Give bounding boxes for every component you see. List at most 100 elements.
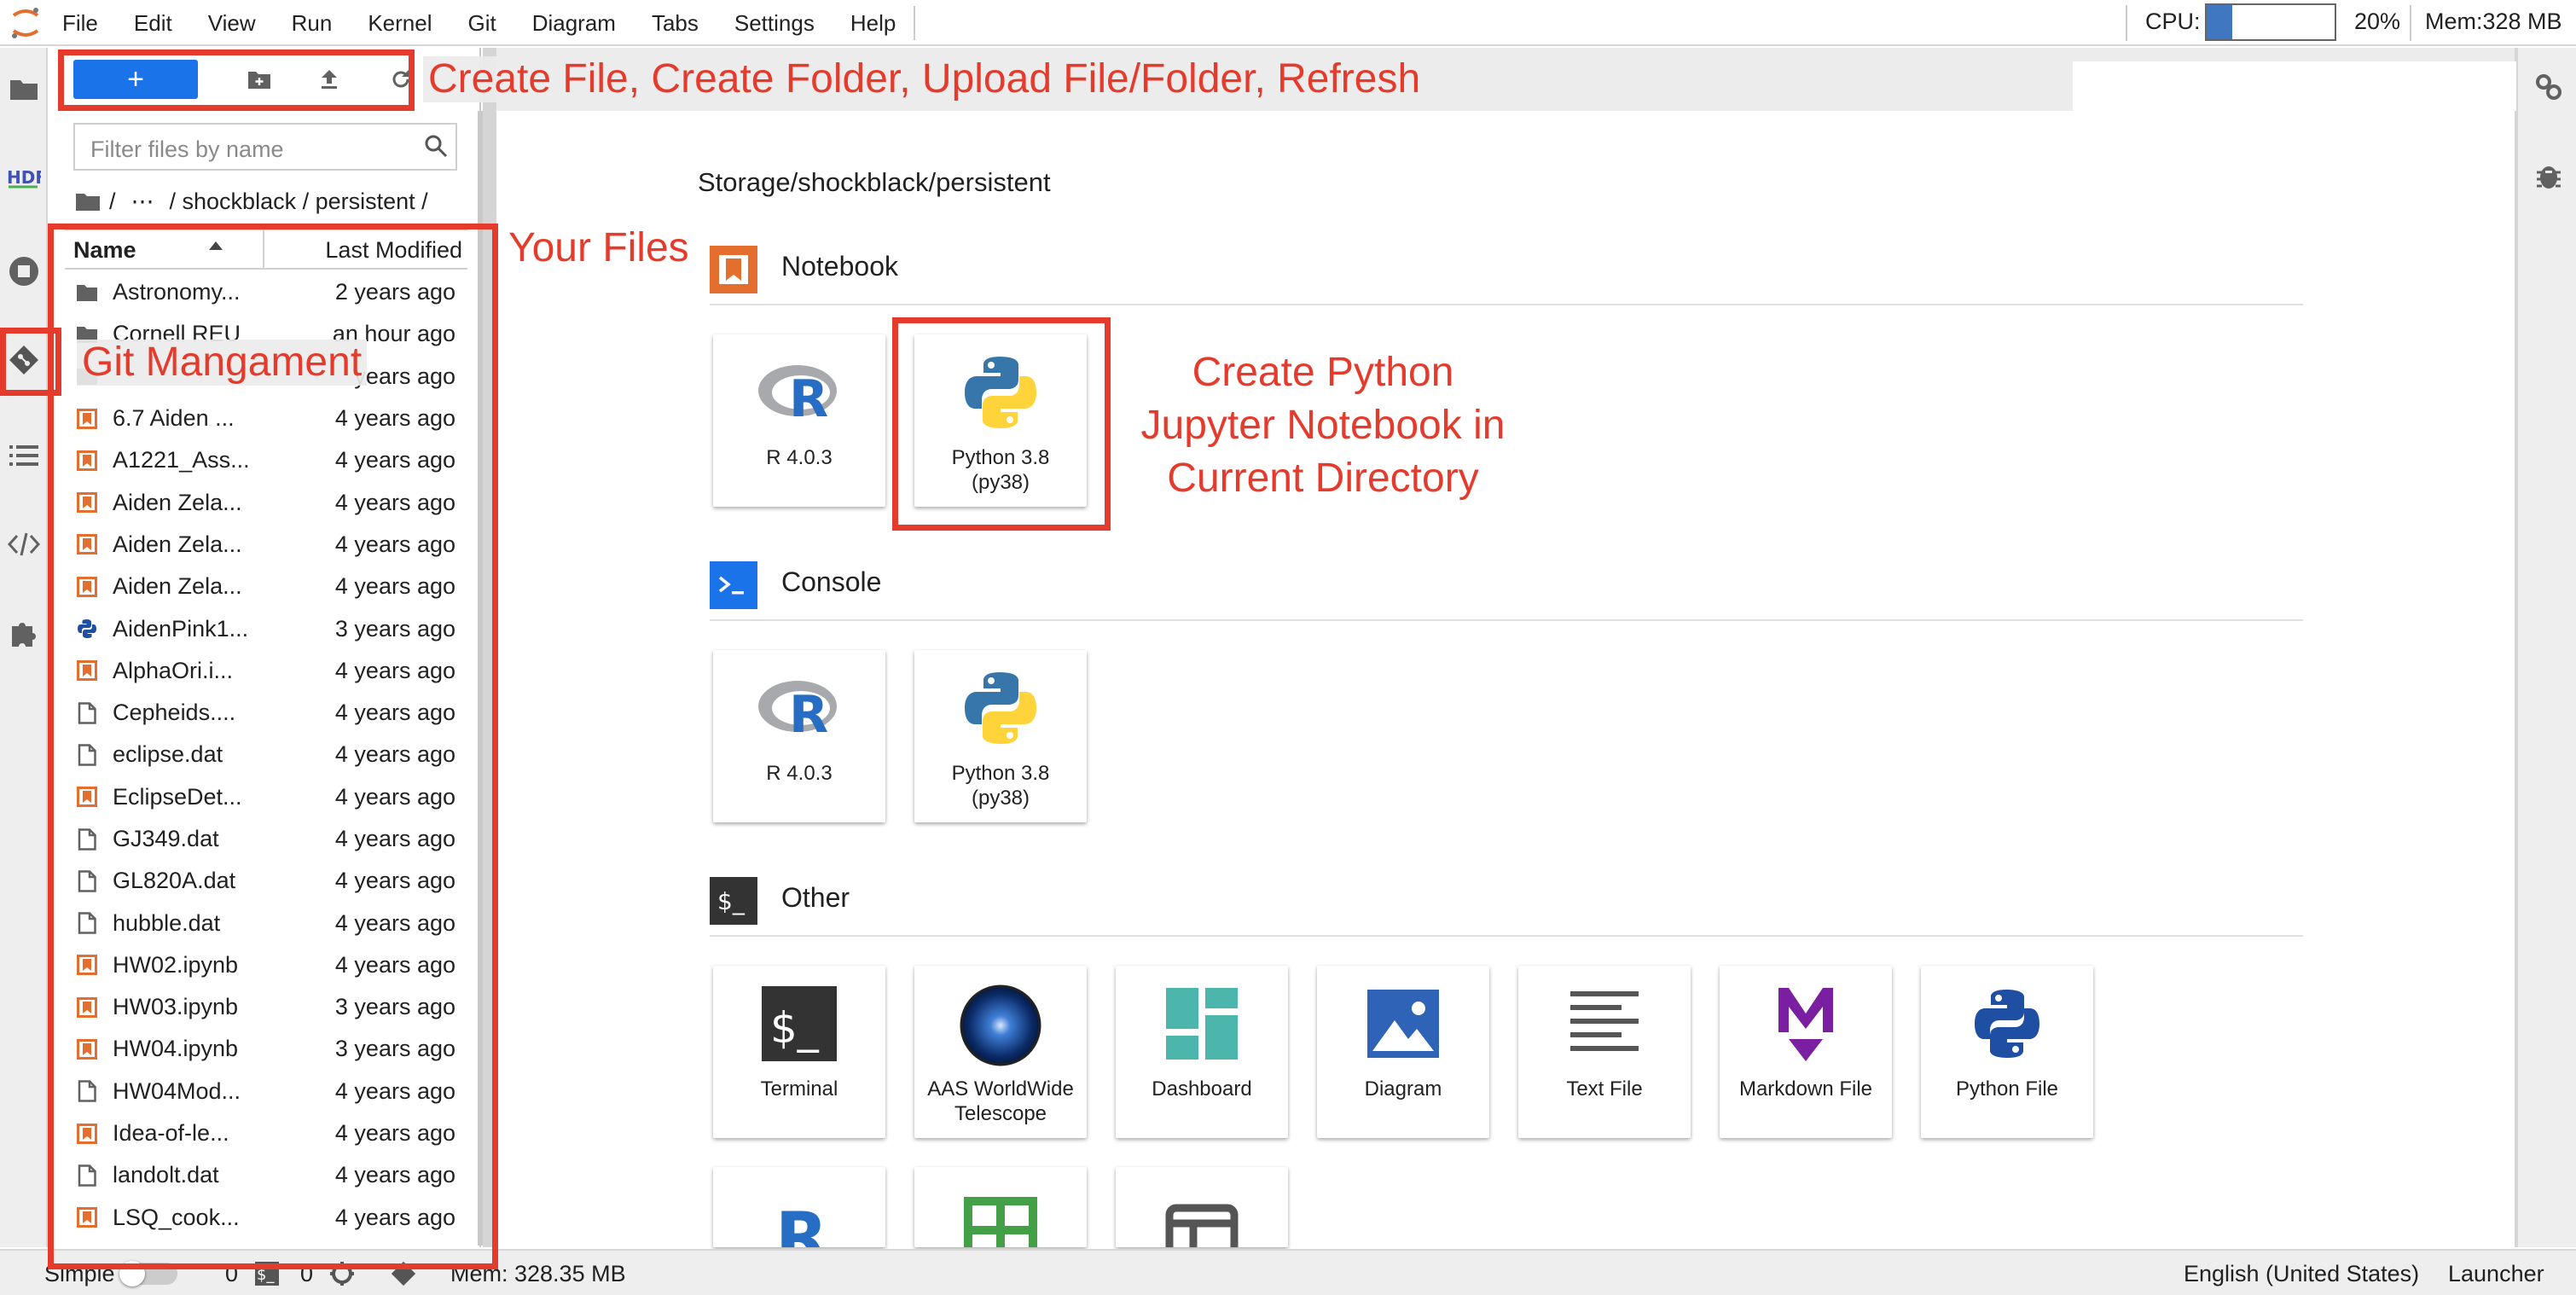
svg-text:$_: $_ <box>717 887 746 915</box>
status-divider <box>2126 5 2127 41</box>
annotation-box-toolbar <box>58 49 415 111</box>
menu-help[interactable]: Help <box>833 10 914 37</box>
section-divider <box>710 619 2303 621</box>
launcher-card-notebook-r[interactable]: R R 4.0.3 <box>713 334 885 507</box>
card-label: AAS WorldWide Telescope <box>927 1077 1074 1125</box>
card-label: Diagram <box>1364 1077 1442 1100</box>
memory-usage: Mem:328 MB <box>2425 9 2562 34</box>
cpu-usage-fill <box>2207 5 2232 39</box>
running-sessions-icon[interactable] <box>5 253 43 290</box>
cpu-usage-bar <box>2205 3 2336 41</box>
svg-text:R: R <box>789 685 828 745</box>
dashboard-icon <box>1159 981 1244 1066</box>
console-section-icon <box>710 561 757 609</box>
current-activity: Launcher <box>2448 1261 2544 1286</box>
r-file-icon: R <box>757 1182 842 1247</box>
annotation-text-notebook: Create Python Jupyter Notebook in Curren… <box>1124 346 1522 505</box>
annotation-box-python-notebook <box>892 317 1111 531</box>
breadcrumb-ellipsis[interactable]: ⋯ <box>131 189 154 215</box>
notebook-section-icon <box>710 246 757 293</box>
section-title-other: Other <box>781 882 850 913</box>
menu-kernel[interactable]: Kernel <box>350 10 450 37</box>
annotation-line: Jupyter Notebook in <box>1140 403 1506 448</box>
section-title-console: Console <box>781 566 882 597</box>
cpu-label: CPU: <box>2145 9 2201 34</box>
launcher-card-console-python[interactable]: Python 3.8 (py38) <box>914 650 1087 822</box>
hdf-icon[interactable]: HDF <box>5 159 43 196</box>
launcher-card-r-file[interactable]: R <box>713 1167 885 1247</box>
status-divider <box>2410 5 2411 41</box>
debugger-icon[interactable] <box>2533 160 2564 191</box>
other-section-icon: $_ <box>710 877 757 925</box>
worldwide-telescope-icon <box>958 981 1043 1066</box>
file-filter-input[interactable]: Filter files by name <box>73 123 457 171</box>
search-icon <box>423 133 449 159</box>
svg-text:$_: $_ <box>770 1003 820 1053</box>
main-menu: File Edit View Run Kernel Git Diagram Ta… <box>44 0 916 46</box>
annotation-text-files: Your Files <box>508 225 689 270</box>
jupyter-logo-icon <box>7 5 44 41</box>
menu-git[interactable]: Git <box>450 10 513 37</box>
annotation-box-git <box>0 328 61 396</box>
section-divider <box>710 304 2303 305</box>
r-logo-icon: R <box>757 350 842 435</box>
launcher-card-console-r[interactable]: R R 4.0.3 <box>713 650 885 822</box>
text-file-icon <box>1562 981 1647 1066</box>
card-label: Python File <box>1955 1077 2059 1100</box>
card-label: Python 3.8 (py38) <box>951 762 1050 810</box>
r-logo-icon: R <box>757 665 842 751</box>
spreadsheet-icon <box>958 1182 1043 1247</box>
menu-divider <box>914 6 916 40</box>
annotation-text-toolbar: Create File, Create Folder, Upload File/… <box>423 56 1426 102</box>
diagram-icon <box>1361 981 1446 1066</box>
launcher-card-worldwide-telescope[interactable]: AAS WorldWide Telescope <box>914 966 1087 1138</box>
menu-settings[interactable]: Settings <box>717 10 833 37</box>
terminal-icon: $_ <box>757 981 842 1066</box>
card-label: Markdown File <box>1738 1077 1873 1100</box>
card-label: R 4.0.3 <box>766 762 833 785</box>
section-title-notebook: Notebook <box>781 251 898 282</box>
menu-tabs[interactable]: Tabs <box>634 10 717 37</box>
left-sidebar: HDF <box>0 48 48 1247</box>
section-divider <box>710 935 2303 937</box>
folder-icon[interactable] <box>5 70 43 107</box>
python-logo-icon <box>958 665 1043 751</box>
breadcrumb-path[interactable]: / shockblack / persistent / <box>170 189 428 215</box>
home-folder-icon[interactable] <box>75 191 101 212</box>
launcher-card-spreadsheet[interactable] <box>914 1167 1087 1247</box>
launcher-card-python-file[interactable]: Python File <box>1921 966 2093 1138</box>
launcher-card-terminal[interactable]: $_ Terminal <box>713 966 885 1138</box>
cpu-percent: 20% <box>2354 9 2401 34</box>
menu-file[interactable]: File <box>44 10 116 37</box>
card-label: R 4.0.3 <box>766 446 833 469</box>
svg-text:R: R <box>775 1198 828 1247</box>
svg-text:R: R <box>789 369 828 429</box>
menu-diagram[interactable]: Diagram <box>514 10 634 37</box>
extension-icon[interactable] <box>5 614 43 652</box>
annotation-text-git: Git Mangament <box>77 340 368 386</box>
menu-run[interactable]: Run <box>274 10 351 37</box>
breadcrumb-root[interactable]: / <box>109 189 116 215</box>
svg-text:HDF: HDF <box>7 167 41 188</box>
launcher-card-markdown[interactable]: Markdown File <box>1720 966 1892 1138</box>
launcher-card-diagram[interactable]: Diagram <box>1317 966 1489 1138</box>
python-file-icon <box>1964 981 2050 1066</box>
launcher-card-layout[interactable] <box>1116 1167 1288 1247</box>
launcher-cwd: Storage/shockblack/persistent <box>698 167 1051 197</box>
tab-launcher[interactable] <box>2073 61 2516 111</box>
markdown-icon <box>1763 981 1848 1066</box>
code-icon[interactable] <box>5 526 43 563</box>
card-label: Text File <box>1566 1077 1643 1100</box>
menu-view[interactable]: View <box>190 10 274 37</box>
menu-edit[interactable]: Edit <box>116 10 190 37</box>
property-inspector-icon[interactable] <box>2533 72 2564 102</box>
card-label: Terminal <box>760 1077 838 1100</box>
language-indicator[interactable]: English (United States) <box>2184 1261 2419 1287</box>
annotation-line: Create Python <box>1192 350 1454 395</box>
launcher-card-text-file[interactable]: Text File <box>1518 966 1691 1138</box>
table-of-contents-icon[interactable] <box>5 437 43 474</box>
launcher-card-dashboard[interactable]: Dashboard <box>1116 966 1288 1138</box>
right-sidebar <box>2516 48 2576 1247</box>
breadcrumb: / ⋯ / shockblack / persistent / <box>75 186 428 217</box>
layout-icon <box>1159 1182 1244 1247</box>
